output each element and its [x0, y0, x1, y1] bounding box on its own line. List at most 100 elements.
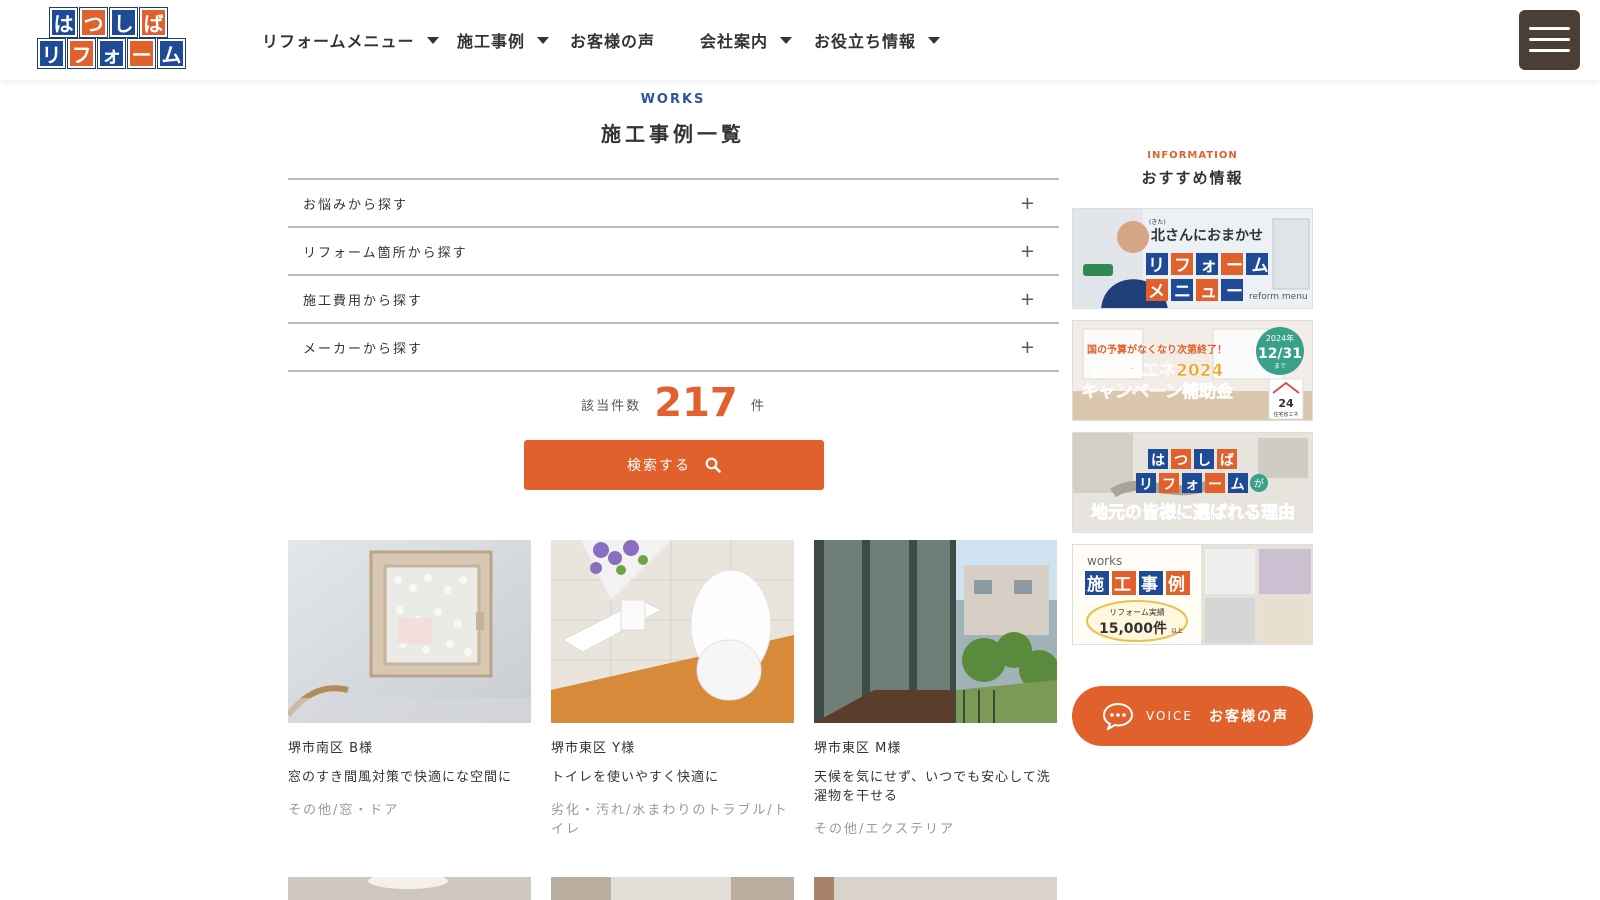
plus-icon: +	[1019, 336, 1035, 358]
filter-by-maker[interactable]: メーカーから探す +	[288, 324, 1059, 372]
page-title: 施工事例一覧	[601, 122, 745, 146]
banner-text: リフォーム	[1139, 477, 1254, 493]
site-header: は つ し ば リ フ ォ ー ム リフォームメニュー 施工事例 お客様の声 会…	[0, 0, 1600, 80]
nav-label: 施工事例	[457, 32, 526, 51]
caret-down-icon	[928, 36, 941, 44]
nav-item-works[interactable]: 施工事例	[457, 28, 570, 52]
works-card-location: 堺市南区 B様	[288, 741, 374, 756]
count-unit: 件	[750, 399, 766, 414]
logo-char: し	[110, 8, 137, 37]
logo-char: ー	[128, 39, 155, 68]
banner-text: 15,000件	[1099, 620, 1167, 637]
badge-until: まで	[1274, 363, 1286, 370]
works-card[interactable]: 堺市南区 B様 窓のすき間風対策で快適にな空間に その他/窓・ドア	[288, 540, 531, 820]
plus-icon: +	[1019, 192, 1035, 214]
works-card-image	[288, 540, 531, 723]
hamburger-icon	[1529, 38, 1570, 41]
banner-text: 地元の皆様に選ばれる理由	[1091, 502, 1295, 523]
nav-label: お客様の声	[570, 32, 656, 51]
banner-works[interactable]: works 施工事例 リフォーム実績 15,000件 以上	[1072, 544, 1313, 645]
badge-year: 2024年	[1266, 333, 1294, 343]
nav-item-company[interactable]: 会社案内	[700, 28, 814, 52]
logo-char: ム	[158, 39, 185, 68]
logo-row-bottom: リ フ ォ ー ム	[38, 39, 208, 68]
banner-text: キャンペーン補助金	[1081, 381, 1234, 402]
sidebar-label: INFORMATION	[1147, 150, 1238, 161]
works-card-title: 天候を気にせず、いつでも安心して洗濯物を干せる	[814, 770, 1051, 804]
nav-item-reform-menu[interactable]: リフォームメニュー	[262, 28, 457, 52]
filter-by-location[interactable]: リフォーム箇所から探す +	[288, 228, 1059, 276]
section-label: WORKS	[640, 92, 706, 107]
hamburger-icon	[1529, 49, 1570, 52]
banner-text: メニュー	[1148, 282, 1252, 302]
global-nav: リフォームメニュー 施工事例 お客様の声 会社案内 お役立ち情報	[262, 28, 954, 52]
logo-char: ば	[140, 8, 167, 37]
banner-text: (きた)	[1149, 219, 1166, 226]
nav-item-useful-info[interactable]: お役立ち情報	[814, 28, 954, 52]
logo-char: ォ	[98, 39, 125, 68]
logo-char: は	[50, 8, 77, 37]
filter-label: メーカーから探す	[303, 341, 424, 357]
filter-label: お悩みから探す	[303, 197, 409, 213]
banner-text: 住宅省エネ2024	[1091, 360, 1223, 381]
works-card-image	[551, 540, 794, 723]
logo-row-top: は つ し ば	[38, 8, 208, 37]
works-card-tags: 劣化・汚れ/水まわりのトラブル/トイレ	[551, 803, 789, 837]
logo-char: フ	[68, 39, 95, 68]
caret-down-icon	[426, 36, 439, 44]
nav-label: お役立ち情報	[814, 32, 917, 51]
search-button[interactable]: 検索する	[524, 440, 824, 490]
nav-label: 会社案内	[700, 32, 769, 51]
site-logo[interactable]: は つ し ば リ フ ォ ー ム	[38, 8, 208, 68]
voice-label-en: VOICE	[1146, 709, 1193, 723]
filter-by-concern[interactable]: お悩みから探す +	[288, 180, 1059, 228]
voice-label-jp: お客様の声	[1208, 709, 1289, 725]
banner-text: 国の予算がなくなり次第終了！	[1087, 343, 1227, 356]
works-card-location: 堺市東区 M様	[814, 741, 902, 756]
nav-label: リフォームメニュー	[262, 32, 415, 51]
banner-energy-subsidy[interactable]: 国の予算がなくなり次第終了！ 住宅省エネ2024 キャンペーン補助金 2024年…	[1072, 320, 1313, 421]
banner-text: リフォーム実績	[1109, 607, 1165, 617]
count-value: 217	[654, 380, 738, 426]
banner-text: works	[1087, 554, 1122, 568]
caret-down-icon	[780, 36, 793, 44]
banner-reasons[interactable]: はつしば リフォーム が 地元の皆様に選ばれる理由	[1072, 432, 1313, 533]
logo-char: つ	[80, 8, 107, 37]
speech-bubble-icon	[1102, 702, 1134, 730]
works-card[interactable]: 堺市東区 Y様 トイレを使いやすく快適に 劣化・汚れ/水まわりのトラブル/トイレ	[551, 540, 794, 839]
works-card-title: トイレを使いやすく快適に	[551, 770, 720, 785]
works-card-image[interactable]	[551, 877, 794, 900]
plus-icon: +	[1019, 288, 1035, 310]
sidebar-title: おすすめ情報	[1141, 169, 1244, 187]
works-card-tags: その他/エクステリア	[814, 822, 955, 837]
filter-by-cost[interactable]: 施工費用から探す +	[288, 276, 1059, 324]
works-card[interactable]: 堺市東区 M様 天候を気にせず、いつでも安心して洗濯物を干せる その他/エクステ…	[814, 540, 1057, 839]
banner-text: 北さんにおまかせ	[1151, 228, 1263, 244]
filter-label: リフォーム箇所から探す	[303, 245, 468, 261]
customer-voice-button[interactable]: VOICE お客様の声	[1072, 686, 1313, 746]
logo-24: 24	[1278, 397, 1294, 410]
works-card-location: 堺市東区 Y様	[551, 741, 636, 756]
works-card-title: 窓のすき間風対策で快適にな空間に	[288, 770, 513, 785]
banner-text: 施工事例	[1087, 574, 1195, 595]
caret-down-icon	[537, 36, 550, 44]
banner-text: が	[1254, 477, 1264, 490]
banner-text: 以上	[1171, 627, 1183, 635]
nav-item-voice[interactable]: お客様の声	[570, 28, 700, 52]
banner-text: リフォーム	[1148, 256, 1278, 276]
hamburger-menu-button[interactable]	[1519, 10, 1580, 70]
banner-reform-menu[interactable]: 北さんにおまかせ (きた) リフォーム メニュー reform menu	[1072, 208, 1313, 309]
plus-icon: +	[1019, 240, 1035, 262]
badge-date: 12/31	[1258, 346, 1302, 362]
filter-accordion: お悩みから探す + リフォーム箇所から探す + 施工費用から探す + メーカーか…	[288, 178, 1059, 372]
count-prefix: 該当件数	[581, 399, 642, 414]
works-card-image[interactable]	[814, 877, 1057, 900]
result-count: 該当件数 217 件	[288, 380, 1059, 426]
hamburger-icon	[1529, 27, 1570, 30]
banner-text: はつしば	[1151, 453, 1243, 469]
logo-char: リ	[38, 39, 65, 68]
works-card-image[interactable]	[288, 877, 531, 900]
filter-label: 施工費用から探す	[303, 293, 424, 309]
logo-caption: 住宅省エネ	[1273, 411, 1298, 418]
search-icon	[705, 457, 721, 473]
